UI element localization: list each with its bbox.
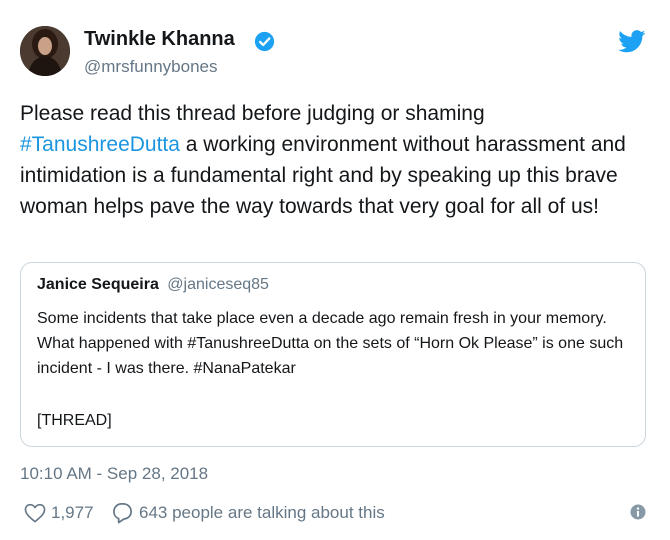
quote-author-name: Janice Sequeira <box>37 276 159 293</box>
avatar[interactable] <box>20 26 70 76</box>
quote-text: Some incidents that take place even a de… <box>37 310 624 377</box>
quote-thread-marker: [THREAD] <box>37 412 112 429</box>
reply-bubble-icon[interactable] <box>111 502 134 524</box>
tweet-text: Please read this thread before judging o… <box>20 98 650 222</box>
quote-author-handle: @janiceseq85 <box>167 276 269 293</box>
tweet-text-part: Please read this thread before judging o… <box>20 102 485 125</box>
heart-icon[interactable] <box>24 503 46 523</box>
quoted-tweet[interactable]: Janice Sequeira @janiceseq85 Some incide… <box>20 262 646 447</box>
info-icon[interactable] <box>630 504 646 520</box>
like-count[interactable]: 1,977 <box>51 503 94 523</box>
quote-author: Janice Sequeira @janiceseq85 <box>37 276 269 294</box>
tweet-card: Twinkle Khanna @mrsfunnybones Please rea… <box>0 0 670 540</box>
hashtag-link[interactable]: #TanushreeDutta <box>20 133 180 156</box>
twitter-bird-icon[interactable] <box>618 30 646 53</box>
verified-badge-icon <box>254 31 275 52</box>
action-bar: 1,977 643 people are talking about this <box>20 500 650 528</box>
talking-about-link[interactable]: 643 people are talking about this <box>139 503 385 523</box>
avatar-photo <box>20 26 70 76</box>
author-name[interactable]: Twinkle Khanna <box>84 28 235 51</box>
author-handle[interactable]: @mrsfunnybones <box>84 57 218 77</box>
tweet-timestamp[interactable]: 10:10 AM - Sep 28, 2018 <box>20 464 208 484</box>
